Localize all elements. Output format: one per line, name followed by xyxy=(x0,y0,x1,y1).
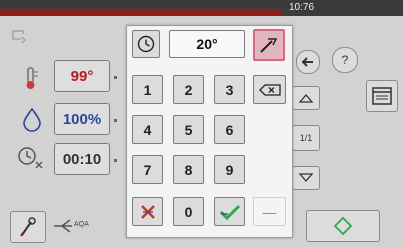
key-9[interactable]: 9 xyxy=(214,155,245,184)
key-8[interactable]: 8 xyxy=(173,155,204,184)
checkmark-icon xyxy=(219,204,240,220)
backspace-button[interactable] xyxy=(253,75,286,104)
probe-button[interactable] xyxy=(10,211,46,243)
dash-button[interactable]: — xyxy=(253,197,286,226)
key-6[interactable]: 6 xyxy=(214,115,245,144)
scroll-down-button[interactable] xyxy=(292,166,320,190)
cancel-button[interactable] xyxy=(132,197,163,226)
keypad-dialog: 20° 1 2 3 4 5 6 7 8 9 0 — xyxy=(126,25,293,238)
aqa-label: AQA xyxy=(74,221,89,228)
key-7[interactable]: 7 xyxy=(132,155,163,184)
panel-button[interactable] xyxy=(366,80,398,112)
timer-icon xyxy=(16,144,44,170)
separator-dot xyxy=(112,113,120,123)
key-0[interactable]: 0 xyxy=(173,197,204,226)
status-bar: 10:76 xyxy=(0,0,403,16)
probe-icon xyxy=(260,38,278,53)
key-2[interactable]: 2 xyxy=(173,75,204,104)
humidity-field[interactable]: 100% xyxy=(54,103,110,135)
cancel-icon xyxy=(140,204,155,219)
thermometer-icon xyxy=(18,66,46,90)
diamond-icon xyxy=(333,216,353,236)
status-progress xyxy=(0,9,281,16)
status-time: 10:76 xyxy=(289,2,315,13)
backspace-icon xyxy=(258,83,281,96)
window-icon xyxy=(372,87,392,105)
scroll-up-button[interactable] xyxy=(292,86,320,110)
back-button[interactable] xyxy=(296,50,320,74)
timer-field[interactable]: 00:10 xyxy=(54,143,110,175)
start-button[interactable] xyxy=(306,210,380,242)
help-button[interactable]: ? xyxy=(332,47,358,73)
steam-icon xyxy=(52,216,74,236)
clock-icon xyxy=(137,35,155,53)
humidity-icon xyxy=(20,106,44,132)
menu-icon[interactable] xyxy=(10,28,30,44)
probe-tool-button[interactable] xyxy=(253,29,285,61)
probe-icon xyxy=(20,217,36,237)
separator-dot xyxy=(112,153,120,163)
key-3[interactable]: 3 xyxy=(214,75,245,104)
help-label: ? xyxy=(341,53,349,67)
arrow-left-icon xyxy=(301,57,313,67)
key-4[interactable]: 4 xyxy=(132,115,163,144)
arrow-up-icon xyxy=(298,94,314,103)
arrow-down-icon xyxy=(298,173,314,182)
key-5[interactable]: 5 xyxy=(173,115,204,144)
clock-button[interactable] xyxy=(132,30,160,58)
confirm-button[interactable] xyxy=(214,197,245,226)
page-indicator: 1/1 xyxy=(292,125,320,151)
separator-dot xyxy=(112,70,120,80)
key-1[interactable]: 1 xyxy=(132,75,163,104)
temperature-field[interactable]: 99° xyxy=(54,60,110,92)
keypad-display[interactable]: 20° xyxy=(169,30,245,58)
